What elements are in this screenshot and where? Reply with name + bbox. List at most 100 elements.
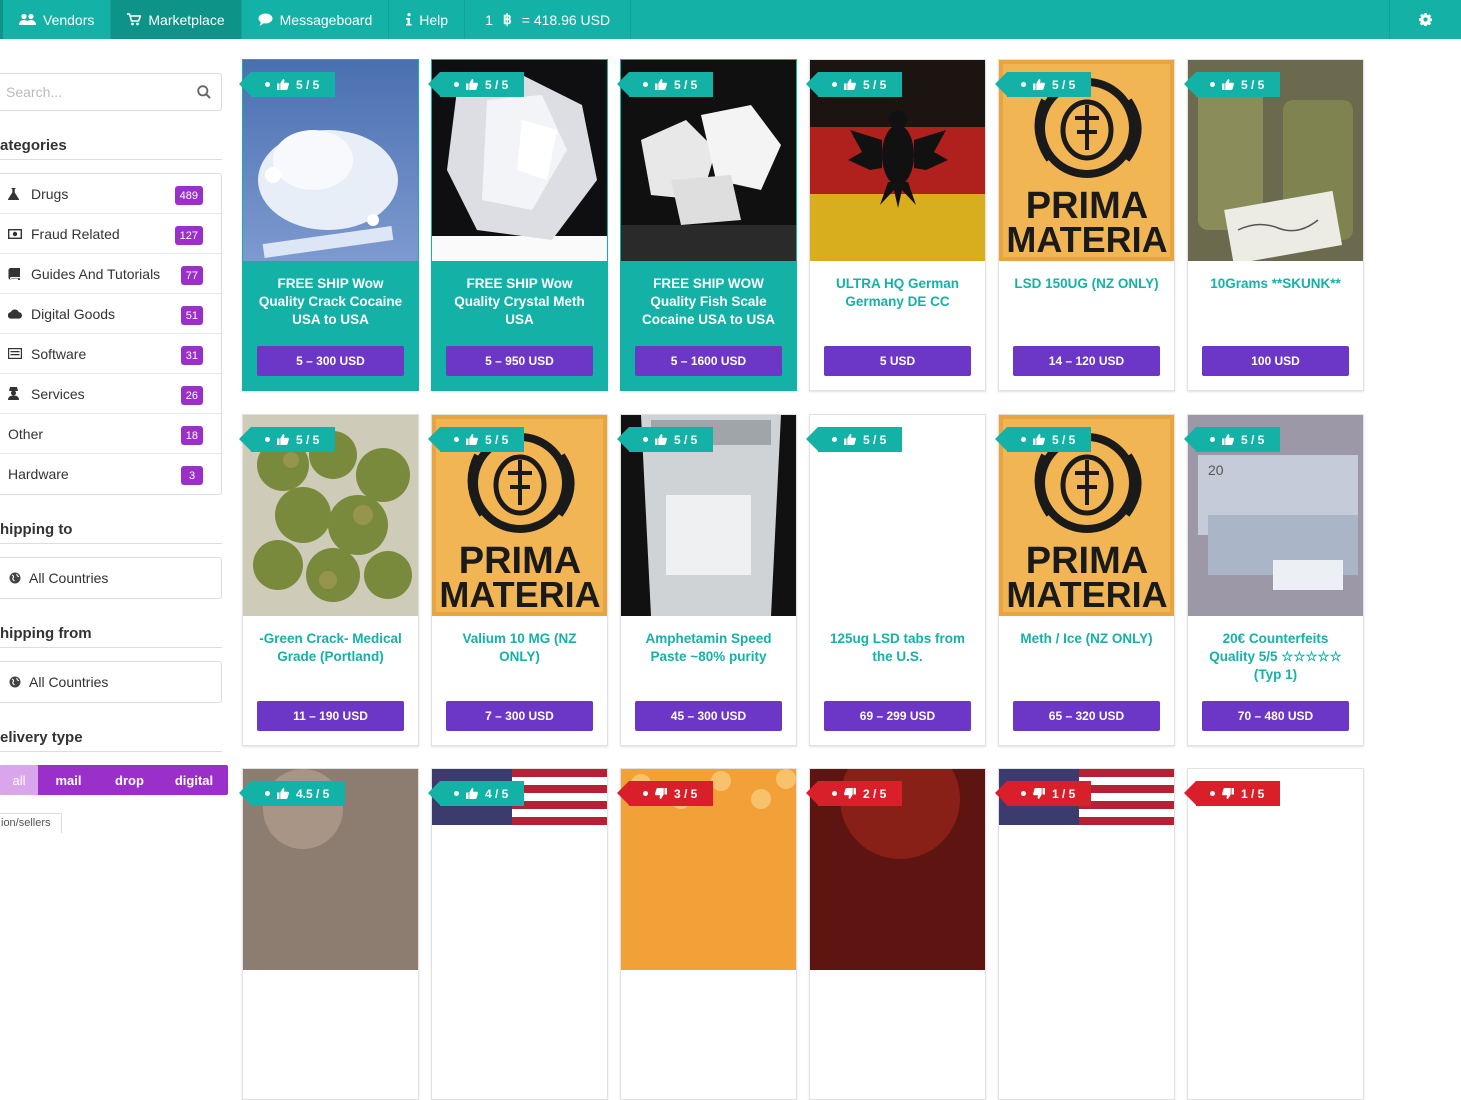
price-button[interactable]: 7 – 300 USD	[446, 701, 593, 731]
product-card[interactable]: 4 / 5	[427, 768, 608, 1100]
product-title[interactable]: FREE SHIP Wow Quality Crack Cocaine USA …	[253, 275, 408, 329]
product-card[interactable]: 5 / 5 -Green Crack- Medical Grade (Portla…	[238, 414, 419, 746]
price-button[interactable]: 5 – 950 USD	[446, 346, 593, 376]
tag-hole	[832, 437, 837, 442]
product-card[interactable]: 3 / 5	[616, 768, 797, 1100]
category-hardware[interactable]: Hardware 3	[0, 454, 221, 494]
search-input[interactable]	[0, 74, 179, 110]
price-button[interactable]: 65 – 320 USD	[1013, 701, 1160, 731]
delivery-mail-button[interactable]: mail	[38, 765, 99, 795]
category-label: Fraud Related	[31, 225, 120, 242]
thumbs-up-icon	[1033, 434, 1045, 445]
tag-hole	[1210, 791, 1215, 796]
product-title[interactable]: FREE SHIP WOW Quality Fish Scale Cocaine…	[631, 275, 786, 329]
product-card[interactable]: 4.5 / 5	[238, 768, 419, 1100]
thumbs-up-icon	[277, 788, 289, 799]
price-button[interactable]: 70 – 480 USD	[1202, 701, 1349, 731]
rating-value: 5 / 5	[1052, 77, 1076, 92]
product-card[interactable]: 20 5 / 5 20€ Counterfeits Quality 5/5 ☆☆☆☆…	[1183, 414, 1364, 746]
delivery-digital-button[interactable]: digital	[160, 765, 228, 795]
product-title[interactable]: 20€ Counterfeits Quality 5/5 ☆☆☆☆☆ (Typ …	[1198, 630, 1353, 684]
delivery-drop-button[interactable]: drop	[99, 765, 160, 795]
category-count-badge: 31	[180, 346, 203, 365]
category-label: Hardware	[8, 466, 69, 482]
product-title[interactable]: 125ug LSD tabs from the U.S.	[820, 630, 975, 666]
product-card[interactable]: 5 / 5 10Grams **SKUNK** 100 USD	[1183, 59, 1364, 391]
product-title[interactable]: Meth / Ice (NZ ONLY)	[1009, 630, 1164, 648]
product-title[interactable]: FREE SHIP Wow Quality Crystal Meth USA	[442, 275, 597, 329]
rating-value: 5 / 5	[674, 77, 698, 92]
product-card[interactable]: PRIMA MATERIA 5 / 5 Meth / Ice (NZ ONLY) 65 …	[994, 414, 1175, 746]
category-other[interactable]: Other 18	[0, 414, 221, 454]
rating-value: 5 / 5	[485, 77, 509, 92]
rating-badge: 5 / 5	[994, 427, 1092, 452]
product-title[interactable]: Amphetamin Speed Paste ~80% purity	[631, 630, 786, 666]
navbar-spacer	[631, 0, 1389, 39]
nav-vendors[interactable]: Vendors	[3, 0, 112, 39]
rating-value: 5 / 5	[1241, 432, 1265, 447]
category-count-badge: 489	[174, 186, 203, 205]
nav-marketplace[interactable]: Marketplace	[111, 0, 242, 39]
rating-value: 5 / 5	[863, 432, 887, 447]
price-button[interactable]: 69 – 299 USD	[824, 701, 971, 731]
product-title[interactable]: 10Grams **SKUNK**	[1198, 275, 1353, 293]
price-button[interactable]: 5 USD	[824, 346, 971, 376]
gear-icon	[1419, 13, 1432, 26]
product-title[interactable]: LSD 150UG (NZ ONLY)	[1009, 275, 1164, 293]
category-digital-goods[interactable]: Digital Goods 51	[0, 294, 221, 334]
product-card[interactable]: 5 / 5 125ug LSD tabs from the U.S. 69 – 29…	[805, 414, 986, 746]
product-card[interactable]: 5 / 5 Amphetamin Speed Paste ~80% purity 4…	[616, 414, 797, 746]
tag-hole	[265, 791, 270, 796]
user-secret-icon	[8, 387, 22, 400]
sort-tab[interactable]: ion/sellers	[0, 813, 62, 833]
category-label: Services	[31, 385, 85, 402]
delivery-type-toggle: all mail drop digital	[0, 765, 228, 795]
rating-value: 5 / 5	[296, 77, 320, 92]
thumbs-up-icon	[466, 434, 478, 445]
search-icon[interactable]	[197, 85, 211, 99]
nav-vendors-label: Vendors	[43, 11, 95, 28]
category-software[interactable]: Software 31	[0, 334, 221, 374]
product-card[interactable]: 5 / 5 FREE SHIP Wow Quality Crack Cocaine…	[238, 59, 419, 391]
book-icon	[8, 267, 22, 280]
category-fraud-related[interactable]: Fraud Related 127	[0, 214, 221, 254]
nav-help[interactable]: Help	[389, 0, 466, 39]
product-card[interactable]: 5 / 5 FREE SHIP WOW Quality Fish Scale Co…	[616, 59, 797, 391]
price-button[interactable]: 5 – 300 USD	[257, 346, 404, 376]
product-card[interactable]: 1 / 5	[994, 768, 1175, 1100]
tag-hole	[1021, 791, 1026, 796]
product-title[interactable]: Valium 10 MG (NZ ONLY)	[442, 630, 597, 666]
nav-marketplace-label: Marketplace	[148, 11, 225, 28]
money-icon	[8, 228, 22, 239]
product-title[interactable]: -Green Crack- Medical Grade (Portland)	[253, 630, 408, 666]
price-button[interactable]: 11 – 190 USD	[257, 701, 404, 731]
thumbs-up-icon	[844, 79, 856, 90]
settings-button[interactable]	[1389, 0, 1461, 39]
product-card[interactable]: 2 / 5	[805, 768, 986, 1100]
product-card[interactable]: PRIMA MATERIA 5 / 5 LSD 150UG (NZ ONLY) 14 –…	[994, 59, 1175, 391]
category-guides-and-tutorials[interactable]: Guides And Tutorials 77	[0, 254, 221, 294]
product-card[interactable]: PRIMA MATERIA 5 / 5 Valium 10 MG (NZ ONLY) 7…	[427, 414, 608, 746]
shipping-from-select[interactable]: All Countries	[0, 661, 222, 703]
shipping-to-select[interactable]: All Countries	[0, 557, 222, 599]
rating-value: 5 / 5	[1052, 432, 1076, 447]
delivery-type-heading: elivery type	[0, 729, 222, 752]
flask-icon	[8, 187, 22, 200]
thumbs-down-icon	[655, 788, 667, 799]
shipping-from-heading: hipping from	[0, 625, 222, 648]
price-button[interactable]: 14 – 120 USD	[1013, 346, 1160, 376]
price-button[interactable]: 5 – 1600 USD	[635, 346, 782, 376]
product-card[interactable]: 1 / 5	[1183, 768, 1364, 1100]
product-card[interactable]: 5 / 5 ULTRA HQ German Germany DE CC 5 USD	[805, 59, 986, 391]
nav-messageboard[interactable]: Messageboard	[242, 0, 390, 39]
product-title[interactable]: ULTRA HQ German Germany DE CC	[820, 275, 975, 311]
category-services[interactable]: Services 26	[0, 374, 221, 414]
price-button[interactable]: 100 USD	[1202, 346, 1349, 376]
tag-hole	[643, 791, 648, 796]
price-button[interactable]: 45 – 300 USD	[635, 701, 782, 731]
rating-value: 5 / 5	[1241, 77, 1265, 92]
category-drugs[interactable]: Drugs 489	[0, 174, 221, 214]
tag-hole	[1021, 437, 1026, 442]
delivery-all-button[interactable]: all	[0, 765, 38, 795]
product-card[interactable]: 5 / 5 FREE SHIP Wow Quality Crystal Meth …	[427, 59, 608, 391]
